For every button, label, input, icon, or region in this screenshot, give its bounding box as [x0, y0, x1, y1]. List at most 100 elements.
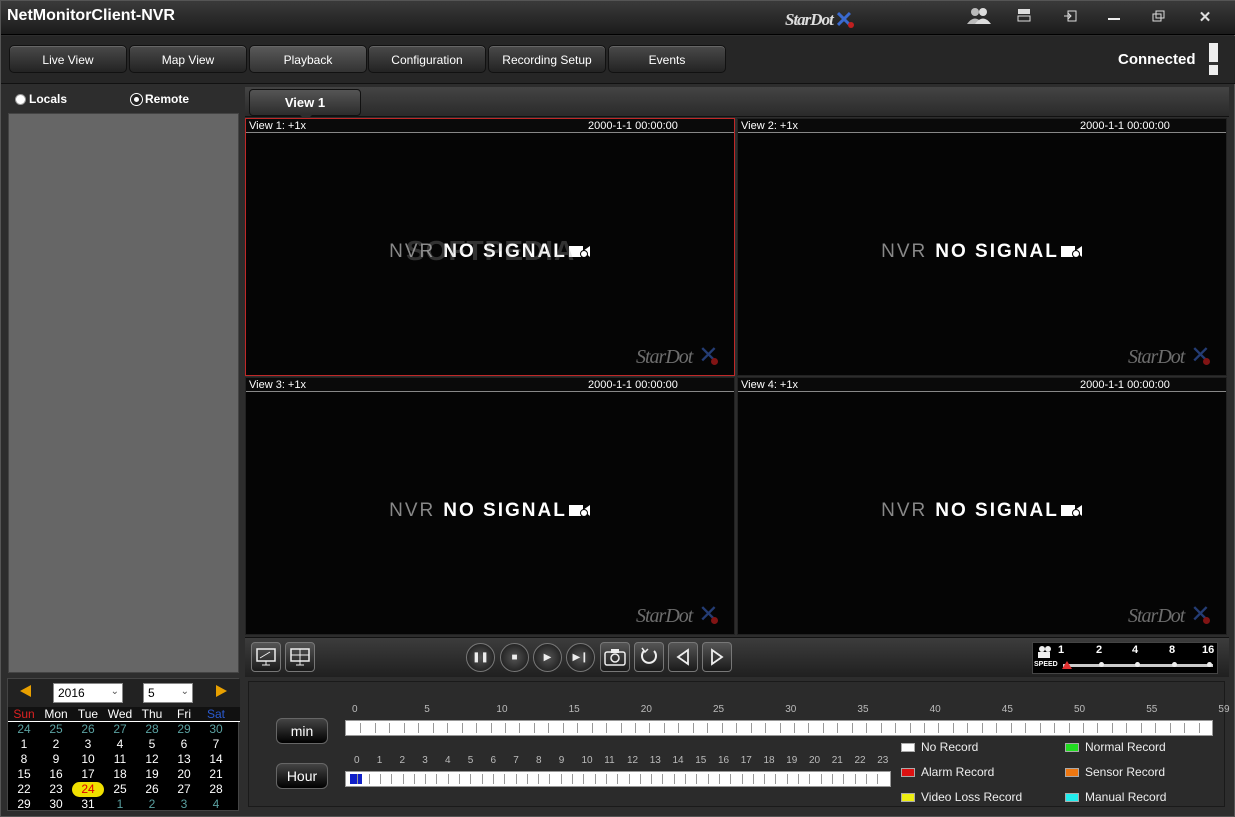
- calendar-day[interactable]: 25: [104, 782, 136, 797]
- calendar-day[interactable]: 28: [200, 782, 232, 797]
- close-icon[interactable]: ✕: [1193, 7, 1217, 29]
- tab-view-1[interactable]: View 1: [249, 89, 361, 121]
- view-tab-bar: View 1: [245, 87, 1229, 121]
- hour-button[interactable]: Hour: [276, 763, 328, 789]
- device-list[interactable]: [8, 113, 239, 673]
- step-forward-button[interactable]: ▶❙: [566, 643, 595, 672]
- calendar-day[interactable]: 9: [40, 752, 72, 767]
- calendar-day[interactable]: 25: [40, 722, 72, 737]
- calendar-day[interactable]: 16: [40, 767, 72, 782]
- calendar-day[interactable]: 1: [8, 737, 40, 752]
- refresh-button[interactable]: [634, 642, 664, 672]
- minute-bar[interactable]: [345, 720, 1213, 736]
- calendar-day[interactable]: 26: [72, 722, 104, 737]
- calendar-header: 2016 ⌄ 5 ⌄: [8, 679, 240, 707]
- calendar-day[interactable]: 28: [136, 722, 168, 737]
- calendar-day[interactable]: 18: [104, 767, 136, 782]
- calendar-day[interactable]: 8: [8, 752, 40, 767]
- weekday-label: Mon: [44, 707, 68, 721]
- calendar-day[interactable]: 3: [72, 737, 104, 752]
- calendar-day[interactable]: 2: [40, 737, 72, 752]
- next-month-icon[interactable]: [216, 685, 227, 697]
- video-pane-4[interactable]: View 4: +1x 2000-1-1 00:00:00 NVR NO SIGNAL…: [737, 377, 1227, 635]
- snapshot-button[interactable]: [600, 642, 630, 672]
- calendar-day[interactable]: 29: [168, 722, 200, 737]
- calendar-day[interactable]: 17: [72, 767, 104, 782]
- hour-bar[interactable]: [345, 771, 891, 787]
- year-select[interactable]: 2016 ⌄: [53, 683, 123, 703]
- radio-remote-label: Remote: [145, 92, 190, 106]
- bar-segment: [750, 723, 752, 733]
- pane-timestamp: 2000-1-1 00:00:00: [588, 120, 678, 132]
- calendar-day[interactable]: 30: [200, 722, 232, 737]
- bar-segment: [880, 723, 882, 733]
- stop-button[interactable]: ■: [500, 643, 529, 672]
- users-icon[interactable]: [966, 7, 991, 29]
- calendar-day[interactable]: 14: [200, 752, 232, 767]
- pane-timestamp: 2000-1-1 00:00:00: [1080, 379, 1170, 391]
- play-button[interactable]: ▶: [533, 643, 562, 672]
- pane-watermark: StarDot ✕: [1128, 343, 1210, 369]
- tab-events[interactable]: Events: [608, 45, 726, 73]
- tab-playback[interactable]: Playback: [249, 45, 367, 73]
- single-view-button[interactable]: [251, 642, 281, 672]
- radio-locals[interactable]: Locals: [15, 92, 67, 106]
- calendar-day[interactable]: 21: [200, 767, 232, 782]
- calendar-day[interactable]: 26: [136, 782, 168, 797]
- bar-segment: [741, 774, 743, 784]
- speed-1: 1: [1058, 644, 1065, 656]
- calendar-day[interactable]: 6: [168, 737, 200, 752]
- login-icon[interactable]: [1058, 7, 1082, 29]
- next-frame-button[interactable]: [702, 642, 732, 672]
- hour-cursor[interactable]: [350, 774, 362, 784]
- calendar-day[interactable]: 12: [136, 752, 168, 767]
- bar-segment: [548, 723, 550, 733]
- radio-remote[interactable]: Remote: [131, 92, 189, 106]
- calendar-day[interactable]: 4: [104, 737, 136, 752]
- min-button[interactable]: min: [276, 718, 328, 744]
- calendar-day[interactable]: 24: [72, 782, 104, 797]
- calendar-day[interactable]: 30: [40, 797, 72, 812]
- tab-configuration[interactable]: Configuration: [368, 45, 486, 73]
- tab-live-view[interactable]: Live View: [9, 45, 127, 73]
- pause-button[interactable]: ❚❚: [466, 643, 495, 672]
- bar-segment: [1184, 723, 1186, 733]
- video-pane-2[interactable]: View 2: +1x 2000-1-1 00:00:00 NVR NO SIGNAL…: [737, 118, 1227, 376]
- calendar-day[interactable]: 5: [136, 737, 168, 752]
- calendar-day[interactable]: 23: [40, 782, 72, 797]
- calendar-day[interactable]: 4: [200, 797, 232, 812]
- speed-slider[interactable]: 1 2 4 8 16 SPEED: [1032, 642, 1218, 674]
- calendar-day[interactable]: 27: [168, 782, 200, 797]
- calendar-day[interactable]: 11: [104, 752, 136, 767]
- bar-segment: [651, 774, 653, 784]
- calendar-day[interactable]: 1: [104, 797, 136, 812]
- weekday-label: Sun: [13, 707, 35, 721]
- month-select[interactable]: 5 ⌄: [143, 683, 193, 703]
- tab-map-view[interactable]: Map View: [129, 45, 247, 73]
- restore-icon[interactable]: [1147, 7, 1171, 29]
- calendar-day[interactable]: 31: [72, 797, 104, 812]
- prev-month-icon[interactable]: [20, 685, 31, 697]
- hour-tick-label: 20: [809, 755, 821, 766]
- layout-icon[interactable]: [1012, 7, 1036, 29]
- tab-recording-setup[interactable]: Recording Setup: [488, 45, 606, 73]
- calendar-day[interactable]: 20: [168, 767, 200, 782]
- calendar-day[interactable]: 19: [136, 767, 168, 782]
- speed-knob[interactable]: [1062, 661, 1072, 669]
- calendar-day[interactable]: 15: [8, 767, 40, 782]
- prev-frame-button[interactable]: [668, 642, 698, 672]
- calendar-day[interactable]: 3: [168, 797, 200, 812]
- calendar-day[interactable]: 7: [200, 737, 232, 752]
- speed-label: SPEED: [1034, 661, 1058, 668]
- video-pane-3[interactable]: View 3: +1x 2000-1-1 00:00:00 NVR NO SIGNAL…: [245, 377, 735, 635]
- minimize-icon[interactable]: [1102, 7, 1126, 29]
- quad-view-button[interactable]: [285, 642, 315, 672]
- video-pane-1[interactable]: View 1: +1x 2000-1-1 00:00:00 NVR NO SIGNAL…: [245, 118, 735, 376]
- calendar-day[interactable]: 10: [72, 752, 104, 767]
- calendar-day[interactable]: 22: [8, 782, 40, 797]
- calendar-day[interactable]: 2: [136, 797, 168, 812]
- calendar-day[interactable]: 29: [8, 797, 40, 812]
- calendar-day[interactable]: 24: [8, 722, 40, 737]
- calendar-day[interactable]: 27: [104, 722, 136, 737]
- calendar-day[interactable]: 13: [168, 752, 200, 767]
